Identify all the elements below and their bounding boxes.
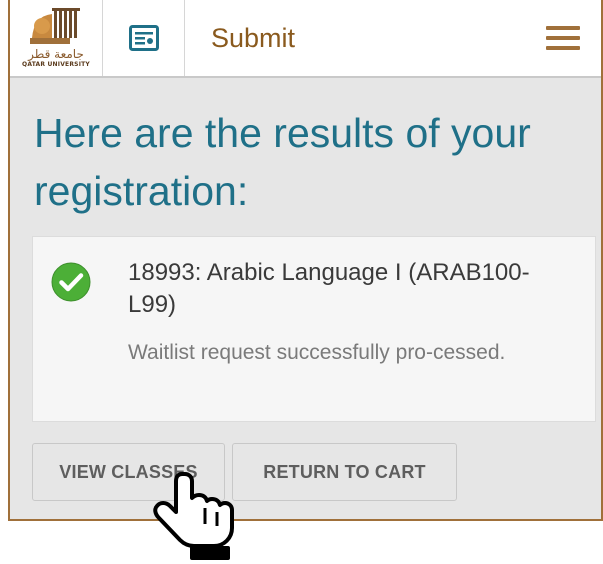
app-frame: جامعة قطر QATAR UNIVERSITY Submit Here a… <box>8 0 603 521</box>
registration-result-card: 18993: Arabic Language I (ARAB100-L99) W… <box>32 236 596 422</box>
university-emblem-icon <box>30 8 80 44</box>
class-title: 18993: Arabic Language I (ARAB100-L99) <box>128 259 530 318</box>
check-circle-icon <box>51 262 91 302</box>
logo-arabic-text: جامعة قطر <box>28 47 84 61</box>
return-to-cart-button[interactable]: RETURN TO CART <box>232 443 457 501</box>
registration-card-button[interactable] <box>103 0 185 76</box>
results-heading: Here are the results of your registratio… <box>34 110 531 214</box>
status-message: Waitlist request successfully pro-cessed… <box>128 341 506 364</box>
header-bar: جامعة قطر QATAR UNIVERSITY Submit <box>10 0 601 78</box>
registration-card-icon <box>128 25 159 51</box>
menu-button[interactable] <box>525 0 601 76</box>
logo-english-text: QATAR UNIVERSITY <box>22 61 90 68</box>
qatar-university-logo[interactable]: جامعة قطر QATAR UNIVERSITY <box>10 0 103 76</box>
hand-pointer-icon <box>153 472 234 560</box>
hamburger-menu-icon <box>546 26 580 50</box>
page-title: Submit <box>211 22 296 53</box>
